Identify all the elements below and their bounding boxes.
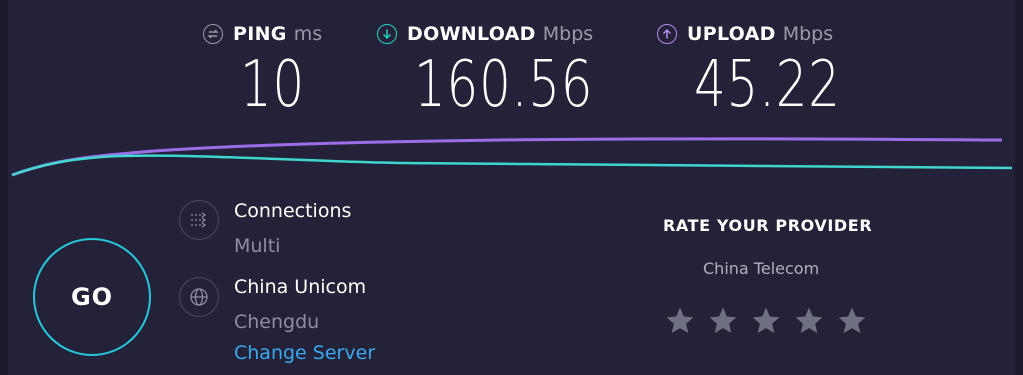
- ping-unit: ms: [293, 23, 323, 45]
- download-label: DOWNLOAD: [407, 23, 536, 45]
- upload-label: UPLOAD: [687, 23, 776, 45]
- ping-label: PING: [233, 23, 287, 45]
- star-1-icon[interactable]: [664, 305, 696, 337]
- upload-value: 45.22: [694, 48, 841, 122]
- go-button-label: GO: [70, 283, 114, 311]
- upload-metric: UPLOAD Mbps 45.22: [657, 20, 840, 120]
- ping-icon: [203, 24, 223, 44]
- rating-stars: [664, 305, 879, 337]
- upload-arrow-icon: [657, 24, 677, 44]
- connections-title: Connections: [234, 200, 352, 222]
- upload-unit: Mbps: [782, 23, 834, 45]
- ping-metric: PING ms 10: [203, 20, 323, 120]
- server-isp: China Unicom: [234, 276, 367, 298]
- connections-icon: [179, 200, 219, 240]
- download-graph-line: [11, 154, 1013, 177]
- download-unit: Mbps: [542, 23, 594, 45]
- star-2-icon[interactable]: [707, 305, 739, 337]
- connections-value: Multi: [234, 235, 281, 257]
- go-button[interactable]: GO: [33, 238, 151, 356]
- ping-value: 10: [240, 48, 306, 122]
- star-5-icon[interactable]: [836, 305, 868, 337]
- download-metric: DOWNLOAD Mbps 160.56: [377, 20, 594, 120]
- change-server-link[interactable]: Change Server: [234, 342, 375, 364]
- server-location: Chengdu: [234, 311, 320, 333]
- star-3-icon[interactable]: [750, 305, 782, 337]
- star-4-icon[interactable]: [793, 305, 825, 337]
- download-arrow-icon: [377, 24, 397, 44]
- globe-icon: [179, 277, 219, 317]
- download-value: 160.56: [414, 48, 594, 122]
- rated-provider-name: China Telecom: [703, 259, 820, 278]
- rate-provider-title: RATE YOUR PROVIDER: [663, 216, 873, 235]
- speed-graph: [11, 137, 1013, 177]
